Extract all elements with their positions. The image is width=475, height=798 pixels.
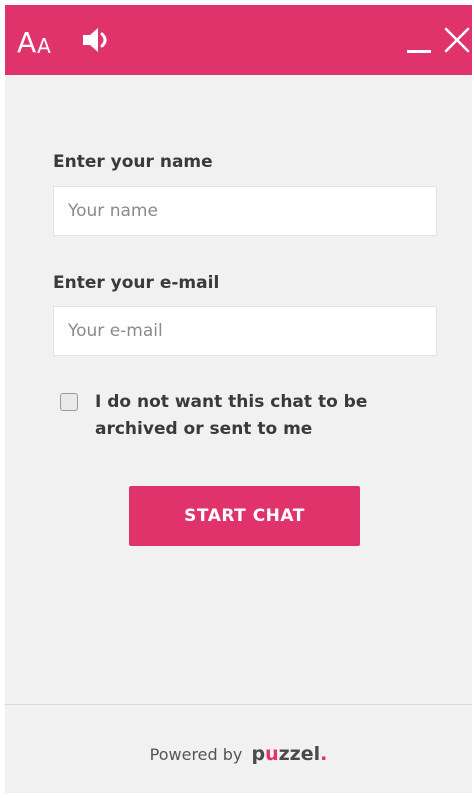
- name-input[interactable]: [53, 186, 437, 236]
- close-button[interactable]: [443, 25, 471, 55]
- speaker-icon: [83, 28, 107, 52]
- powered-by-text: Powered by: [149, 745, 243, 764]
- font-size-icon-small: A: [37, 34, 51, 58]
- name-label: Enter your name: [53, 152, 213, 172]
- archive-checkbox[interactable]: [60, 393, 78, 411]
- brand-dot: .: [320, 743, 328, 765]
- footer-divider: [5, 704, 472, 705]
- archive-checkbox-label: I do not want this chat to be archived o…: [95, 392, 368, 439]
- font-size-button[interactable]: A A: [17, 23, 51, 59]
- page-frame: A A Enter your name Enter your e-m: [0, 0, 475, 798]
- brand-u: u: [265, 743, 279, 765]
- sound-toggle-button[interactable]: [81, 25, 115, 55]
- puzzel-logo[interactable]: puzzel.: [251, 743, 327, 765]
- brand-p: p: [251, 743, 266, 765]
- email-input[interactable]: [53, 306, 437, 356]
- email-label: Enter your e-mail: [53, 273, 220, 293]
- start-chat-button[interactable]: START CHAT: [129, 486, 360, 546]
- chat-header: A A: [5, 5, 472, 75]
- brand-rest: zzel: [278, 743, 321, 765]
- chat-window: A A Enter your name Enter your e-m: [5, 5, 472, 793]
- minimize-icon: [407, 50, 431, 53]
- footer: Powered by puzzel.: [5, 743, 472, 765]
- minimize-button[interactable]: [407, 23, 433, 57]
- font-size-icon-large: A: [17, 26, 37, 59]
- close-icon: [444, 27, 470, 53]
